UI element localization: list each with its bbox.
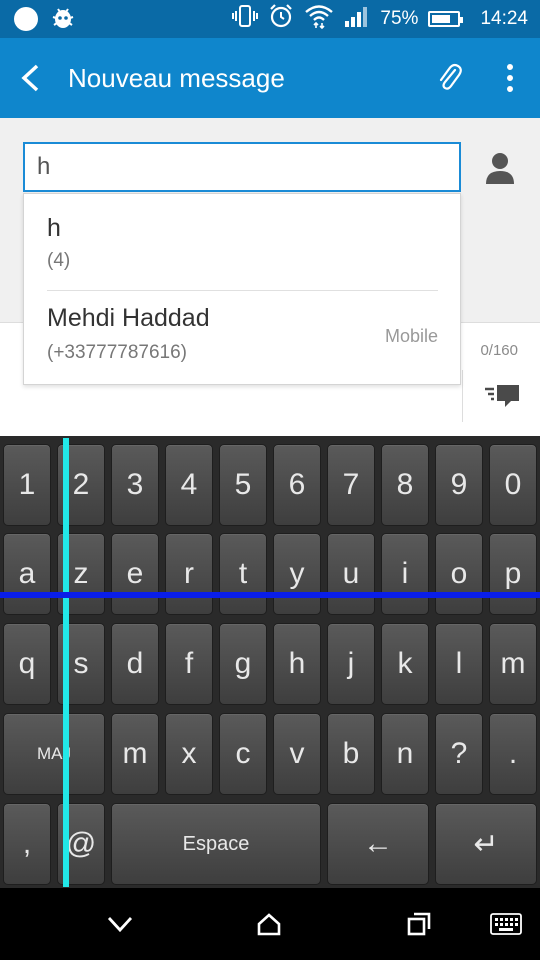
enter-key[interactable]: ↵ xyxy=(435,803,537,885)
key-q[interactable]: q xyxy=(3,623,51,705)
suggestion-item[interactable]: h (4) xyxy=(24,194,460,290)
contact-picker-icon[interactable] xyxy=(478,146,522,190)
key-u[interactable]: u xyxy=(327,533,375,615)
suggestion-name: h xyxy=(47,214,61,242)
app-bar: Nouveau message xyxy=(0,38,540,118)
signal-icon xyxy=(344,5,370,33)
suggestion-type: Mobile xyxy=(384,326,438,346)
keyboard: 1 2 3 4 5 6 7 8 9 0 a z e r t y u i o p q s d f g h j k l m MAJ m x c v b n?… xyxy=(0,436,540,888)
vibrate-icon xyxy=(232,4,259,34)
screen: 75% 14:24 Nouveau message h 0/160 h (4) … xyxy=(0,0,540,960)
bug-icon xyxy=(50,4,76,35)
key-0[interactable]: 0 xyxy=(489,444,537,526)
key-1[interactable]: 1 xyxy=(3,444,51,526)
key-h[interactable]: h xyxy=(273,623,321,705)
wifi-icon xyxy=(304,3,334,35)
battery-percent: 75% xyxy=(380,8,419,29)
key-x[interactable]: x xyxy=(165,713,213,795)
key-v[interactable]: v xyxy=(273,713,321,795)
page-title: Nouveau message xyxy=(68,62,285,93)
key-g[interactable]: g xyxy=(219,623,267,705)
key-4[interactable]: 4 xyxy=(165,444,213,526)
backspace-key[interactable]: ← xyxy=(327,803,429,885)
clock: 14:24 xyxy=(480,8,528,29)
suggestion-name: Mehdi Haddad xyxy=(47,304,210,332)
key-f[interactable]: f xyxy=(165,623,213,705)
key-l[interactable]: l xyxy=(435,623,483,705)
key-e[interactable]: e xyxy=(111,533,159,615)
keyboard-icon[interactable] xyxy=(472,888,540,960)
shift-key[interactable]: MAJ xyxy=(3,713,105,795)
circle-notification-icon xyxy=(14,7,38,31)
overflow-menu-icon[interactable] xyxy=(480,38,540,118)
back-arrow-icon[interactable] xyxy=(0,38,60,118)
home-icon[interactable] xyxy=(224,888,314,960)
key-d[interactable]: d xyxy=(111,623,159,705)
recipient-input[interactable] xyxy=(23,142,461,192)
key-6[interactable]: 6 xyxy=(273,444,321,526)
recents-icon[interactable] xyxy=(374,888,464,960)
key-8[interactable]: 8 xyxy=(381,444,429,526)
key-i[interactable]: i xyxy=(381,533,429,615)
key-3[interactable]: 3 xyxy=(111,444,159,526)
alarm-icon xyxy=(268,3,294,35)
key-t[interactable]: t xyxy=(219,533,267,615)
key-o[interactable]: o xyxy=(435,533,483,615)
back-chevron-icon[interactable] xyxy=(75,888,165,960)
char-counter: 0/160 xyxy=(480,342,518,359)
key-m[interactable]: m xyxy=(111,713,159,795)
navigation-bar xyxy=(0,888,540,960)
send-button[interactable] xyxy=(462,370,540,422)
suggestion-number: (4) xyxy=(47,250,71,271)
key-b[interactable]: b xyxy=(327,713,375,795)
vertical-guide-line xyxy=(63,438,69,887)
key-question[interactable]: ? xyxy=(435,713,483,795)
key-comma[interactable]: , xyxy=(3,803,51,885)
paperclip-icon[interactable] xyxy=(420,38,480,118)
key-7[interactable]: 7 xyxy=(327,444,375,526)
battery-icon xyxy=(428,11,464,27)
key-n[interactable]: n xyxy=(381,713,429,795)
key-k[interactable]: k xyxy=(381,623,429,705)
key-5[interactable]: 5 xyxy=(219,444,267,526)
key-period[interactable]: . xyxy=(489,713,537,795)
horizontal-guide-line xyxy=(0,592,540,598)
key-y[interactable]: y xyxy=(273,533,321,615)
key-r[interactable]: r xyxy=(165,533,213,615)
contact-suggestions: h (4) Mehdi Haddad (+33777787616) Mobile xyxy=(23,193,461,385)
space-key[interactable]: Espace xyxy=(111,803,321,885)
suggestion-number: (+33777787616) xyxy=(47,342,187,363)
key-c[interactable]: c xyxy=(219,713,267,795)
status-bar: 75% 14:24 xyxy=(0,0,540,38)
send-message-icon xyxy=(484,385,519,407)
key-a[interactable]: a xyxy=(3,533,51,615)
suggestion-item[interactable]: Mehdi Haddad (+33777787616) Mobile xyxy=(24,290,460,386)
key-j[interactable]: j xyxy=(327,623,375,705)
key-9[interactable]: 9 xyxy=(435,444,483,526)
key-p[interactable]: p xyxy=(489,533,537,615)
key-m[interactable]: m xyxy=(489,623,537,705)
